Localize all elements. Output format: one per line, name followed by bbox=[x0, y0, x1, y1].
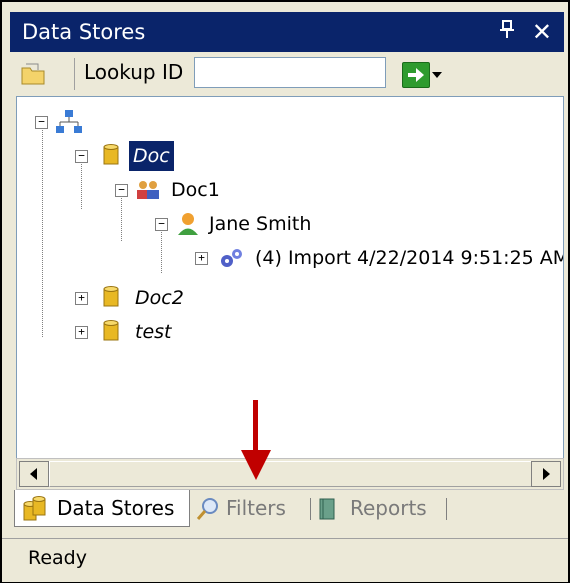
panel-title: Data Stores bbox=[22, 20, 146, 44]
toolbar-separator bbox=[74, 58, 75, 90]
data-stores-tree[interactable]: − − Doc − Doc1 − Jane Smith + (4) Import… bbox=[16, 96, 564, 462]
tree-node-label: test bbox=[135, 321, 172, 343]
tree-node-label: Doc bbox=[129, 141, 174, 171]
tree-line bbox=[42, 121, 43, 337]
tab-data-stores[interactable]: Data Stores bbox=[14, 490, 190, 527]
collapse-icon[interactable]: − bbox=[75, 150, 88, 163]
tree-node-label: Doc1 bbox=[171, 179, 220, 201]
tab-reports[interactable]: Reports bbox=[314, 490, 438, 526]
tab-label: Data Stores bbox=[57, 496, 175, 520]
database-icon bbox=[23, 496, 47, 533]
database-icon bbox=[103, 144, 119, 175]
tab-separator bbox=[446, 498, 447, 520]
tab-label: Filters bbox=[226, 496, 286, 520]
gears-icon bbox=[217, 247, 245, 278]
title-bar: Data Stores ✕ bbox=[10, 12, 564, 52]
magnifier-icon bbox=[196, 496, 220, 532]
tree-line bbox=[121, 195, 122, 241]
go-arrow-icon[interactable] bbox=[402, 62, 430, 88]
tree-node-label: Jane Smith bbox=[209, 213, 312, 235]
tab-filters[interactable]: Filters bbox=[194, 490, 312, 526]
user-icon bbox=[177, 212, 199, 245]
collapse-icon[interactable]: − bbox=[155, 218, 168, 231]
annotation-arrow-icon bbox=[240, 400, 272, 486]
toolbar: Lookup ID bbox=[10, 54, 564, 94]
bottom-tabs: Data Stores Filters Reports bbox=[10, 490, 564, 530]
database-icon bbox=[103, 320, 119, 351]
status-bar: Ready bbox=[2, 538, 568, 582]
close-icon[interactable]: ✕ bbox=[532, 12, 552, 52]
expand-icon[interactable]: + bbox=[75, 292, 88, 305]
collapse-icon[interactable]: − bbox=[35, 116, 48, 129]
scroll-left-button[interactable] bbox=[19, 461, 49, 487]
scroll-right-button[interactable] bbox=[531, 461, 561, 487]
data-stores-panel: Data Stores ✕ Lookup ID − − Doc − Doc1 −… bbox=[0, 0, 570, 583]
book-icon bbox=[318, 496, 336, 532]
database-icon bbox=[103, 286, 119, 317]
lookup-id-input[interactable] bbox=[194, 57, 386, 88]
lookup-id-label: Lookup ID bbox=[84, 60, 184, 84]
network-icon bbox=[55, 109, 83, 144]
scrollbar-thumb[interactable] bbox=[49, 461, 539, 487]
pin-icon[interactable] bbox=[500, 12, 514, 52]
expand-icon[interactable]: + bbox=[75, 326, 88, 339]
horizontal-scrollbar[interactable] bbox=[16, 458, 564, 490]
collapse-icon[interactable]: − bbox=[115, 184, 128, 197]
folder-icon[interactable] bbox=[20, 62, 45, 85]
tree-node-label: (4) Import 4/22/2014 9:51:25 AM bbox=[255, 247, 564, 269]
expand-icon[interactable]: + bbox=[195, 252, 208, 265]
tree-node-label: Doc2 bbox=[135, 287, 184, 309]
tree-line bbox=[81, 161, 82, 209]
tree-line bbox=[161, 227, 162, 273]
tab-label: Reports bbox=[350, 496, 427, 520]
status-text: Ready bbox=[28, 547, 87, 569]
tab-separator bbox=[310, 498, 311, 520]
go-dropdown-icon[interactable] bbox=[432, 72, 442, 78]
group-icon bbox=[135, 179, 161, 210]
